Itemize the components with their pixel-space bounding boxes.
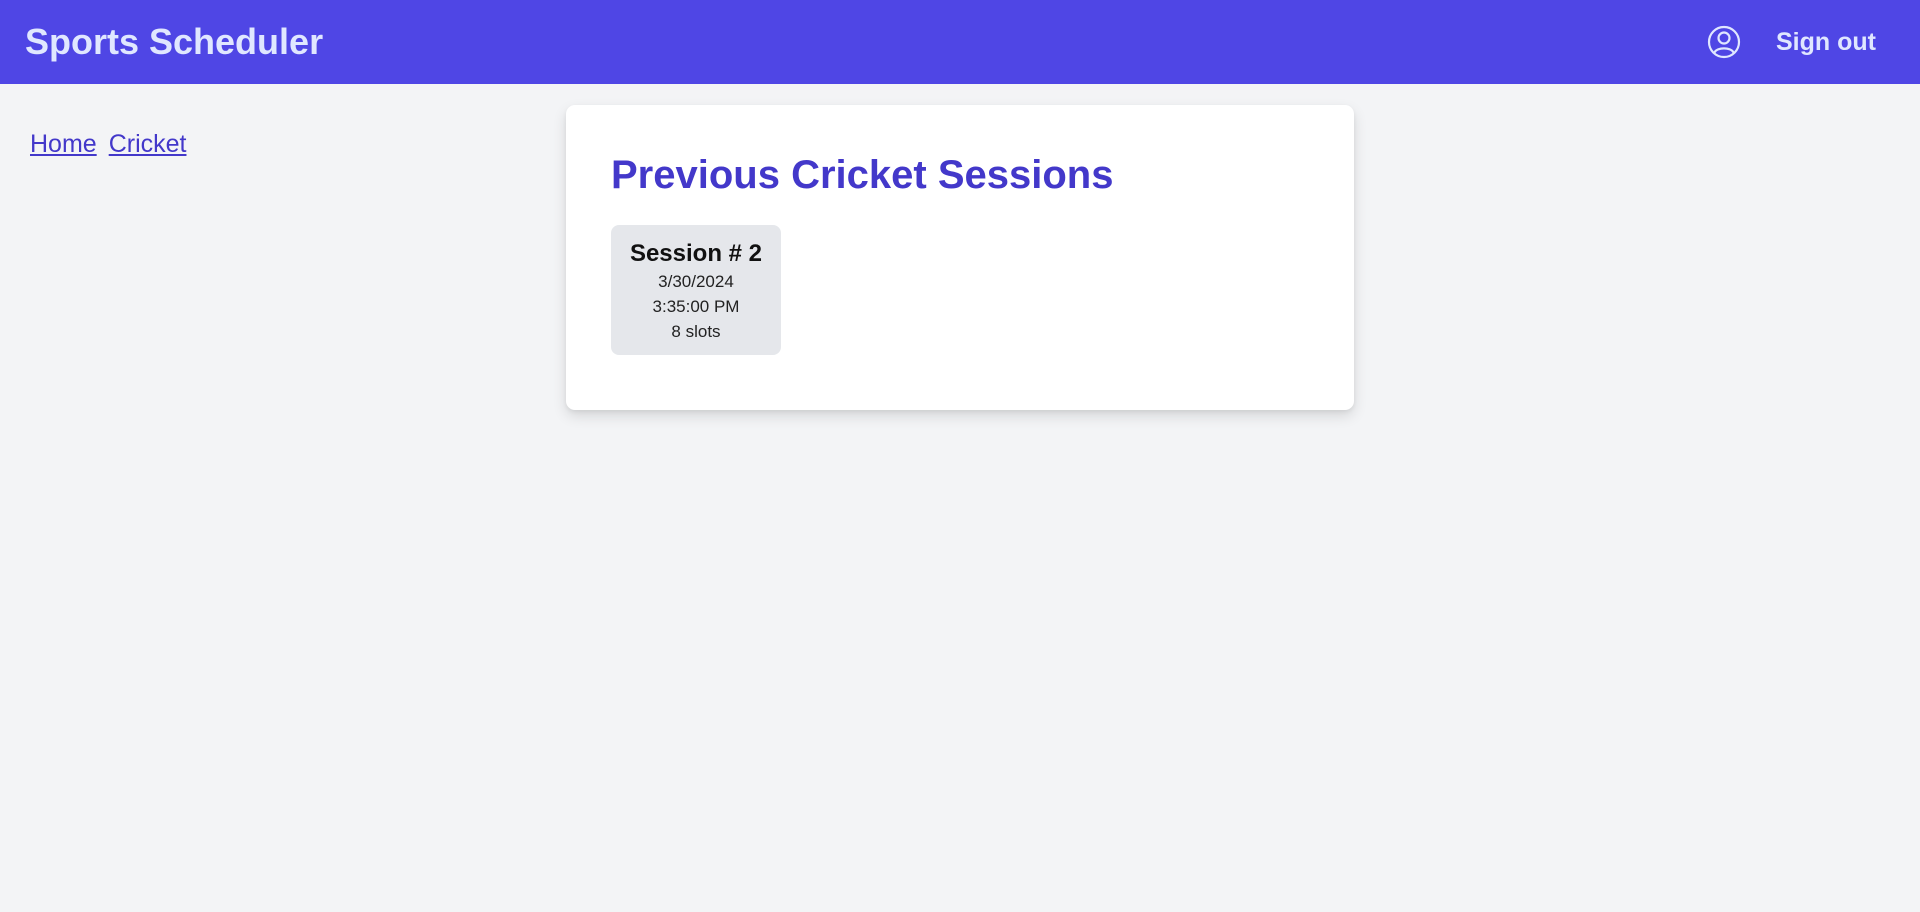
top-navbar: Sports Scheduler Sign out: [0, 0, 1920, 84]
user-circle-icon[interactable]: [1707, 25, 1741, 59]
page-title: Previous Cricket Sessions: [611, 153, 1114, 197]
session-time: 3:35:00 PM: [652, 297, 740, 316]
session-name: Session # 2: [629, 240, 763, 267]
breadcrumb-home-link[interactable]: Home: [30, 130, 97, 158]
app-title[interactable]: Sports Scheduler: [25, 20, 323, 64]
sessions-card: Previous Cricket Sessions Session # 2 3/…: [566, 105, 1354, 410]
sign-out-button[interactable]: Sign out: [1776, 26, 1876, 58]
session-slots: 8 slots: [671, 322, 721, 341]
breadcrumb: Home Cricket: [30, 128, 198, 160]
breadcrumb-cricket-link[interactable]: Cricket: [109, 130, 187, 158]
session-date: 3/30/2024: [658, 272, 734, 291]
session-tile[interactable]: Session # 2 3/30/2024 3:35:00 PM 8 slots: [611, 225, 781, 355]
